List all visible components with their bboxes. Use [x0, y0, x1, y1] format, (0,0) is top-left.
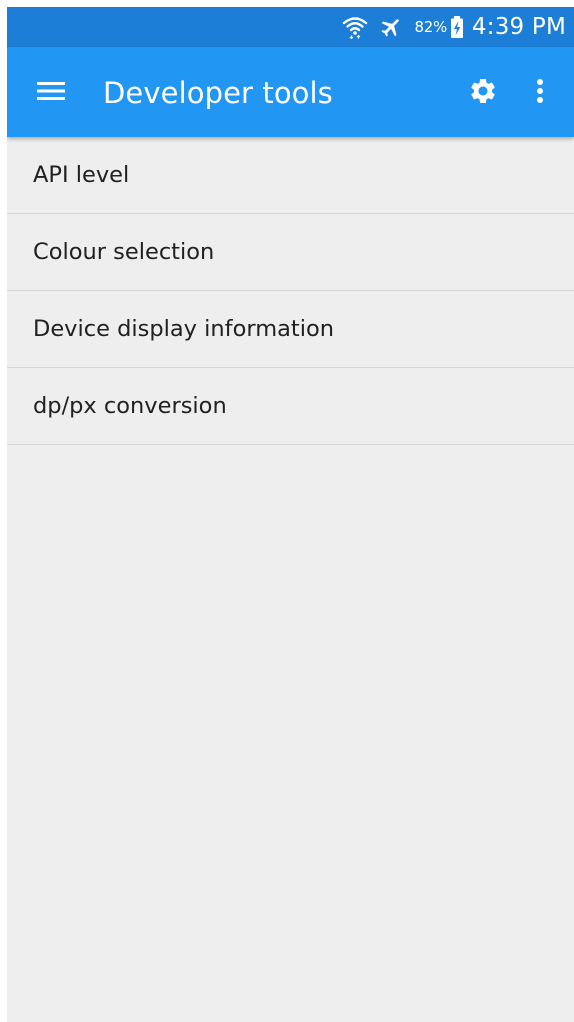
app-screen: 82% 4:39 PM Developer tools API level Co… — [7, 7, 574, 1022]
list-item-label: Device display information — [33, 316, 335, 342]
hamburger-menu-icon — [37, 81, 65, 105]
battery-charging-icon — [450, 15, 464, 39]
status-bar: 82% 4:39 PM — [7, 7, 574, 47]
app-toolbar: Developer tools — [7, 47, 574, 137]
more-vert-icon — [536, 78, 544, 108]
list-item-label: Colour selection — [33, 239, 215, 265]
settings-button[interactable] — [461, 71, 505, 115]
list-item-device-display-information[interactable]: Device display information — [7, 291, 574, 368]
battery-percent: 82% — [414, 18, 447, 36]
airplane-icon — [378, 15, 404, 39]
status-time: 4:39 PM — [471, 14, 566, 40]
gear-icon — [468, 76, 498, 110]
page-title: Developer tools — [103, 76, 333, 110]
list-item-api-level[interactable]: API level — [7, 137, 574, 214]
wifi-icon — [342, 15, 368, 39]
list-item-label: API level — [33, 162, 130, 188]
menu-button[interactable] — [29, 71, 73, 115]
tools-list: API level Colour selection Device displa… — [7, 137, 574, 445]
list-item-label: dp/px conversion — [33, 393, 227, 419]
list-item-colour-selection[interactable]: Colour selection — [7, 214, 574, 291]
list-item-dp-px-conversion[interactable]: dp/px conversion — [7, 368, 574, 445]
more-options-button[interactable] — [523, 71, 557, 115]
